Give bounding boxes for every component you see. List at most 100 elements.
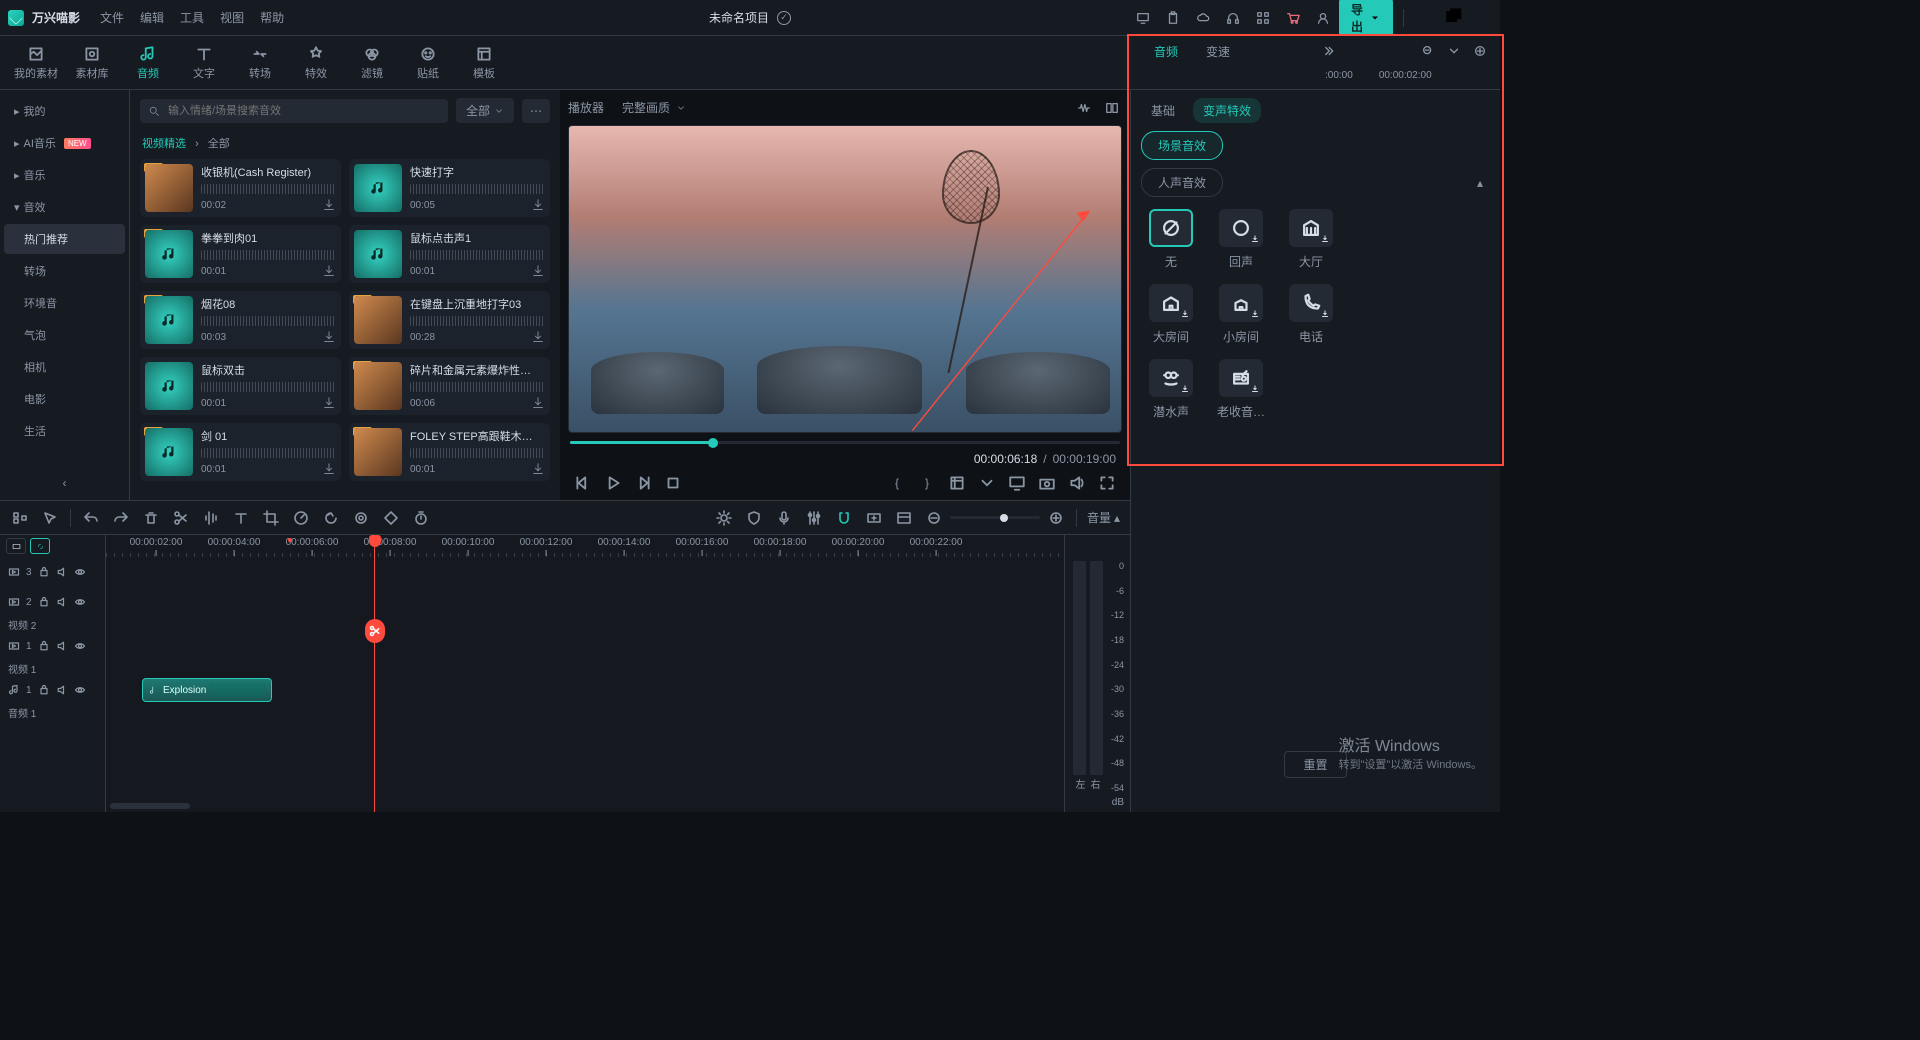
sidebar-item[interactable]: ▸音乐 — [4, 160, 125, 190]
sidebar-item[interactable]: 气泡 — [4, 320, 125, 350]
search-field[interactable] — [166, 104, 440, 118]
undo-button[interactable] — [81, 508, 101, 528]
display-icon[interactable] — [1133, 8, 1153, 28]
split-button[interactable] — [171, 508, 191, 528]
zoom-in-ruler-icon[interactable] — [1470, 41, 1490, 61]
fx-phone[interactable]: 电话 — [1283, 284, 1339, 345]
add-track-icon[interactable] — [864, 508, 884, 528]
marker-icon[interactable] — [351, 508, 371, 528]
mic-icon[interactable] — [774, 508, 794, 528]
bracket-open-icon[interactable]: { — [888, 474, 906, 492]
zoom-in-button[interactable] — [1046, 508, 1066, 528]
timer-icon[interactable] — [411, 508, 431, 528]
asset-tab-sticker[interactable]: 贴纸 — [400, 40, 456, 85]
asset-tab-my[interactable]: 我的素材 — [8, 40, 64, 85]
track-header[interactable]: 1 — [0, 631, 105, 661]
fx-bigroom[interactable]: 大房间 — [1143, 284, 1199, 345]
text-tool-icon[interactable] — [231, 508, 251, 528]
asset-tab-lib[interactable]: 素材库 — [64, 40, 120, 85]
sidebar-item[interactable]: 热门推荐 — [4, 224, 125, 254]
project-title[interactable]: 未命名项目 — [709, 9, 769, 26]
minimize-button[interactable] — [1414, 7, 1436, 29]
zoom-out-button[interactable] — [924, 508, 944, 528]
fx-hall[interactable]: 大厅 — [1283, 209, 1339, 270]
inspector-collapse-icon[interactable] — [1321, 41, 1341, 61]
prev-frame-button[interactable] — [574, 474, 592, 492]
asset-card[interactable]: VIP烟花0800:03 — [140, 291, 341, 349]
cart-icon[interactable] — [1283, 8, 1303, 28]
sidebar-collapse-button[interactable]: ‹ — [4, 472, 125, 494]
preview-scrubber[interactable] — [570, 441, 1120, 444]
search-input[interactable] — [140, 99, 448, 123]
cloud-icon[interactable] — [1193, 8, 1213, 28]
link-toggle-b[interactable] — [30, 538, 50, 554]
display-icon[interactable] — [1008, 474, 1026, 492]
zoom-out-ruler-icon[interactable] — [1418, 41, 1438, 61]
snap-icon[interactable] — [834, 508, 854, 528]
volume-label[interactable]: 音量▴ — [1087, 509, 1120, 526]
fullscreen-icon[interactable] — [1098, 474, 1116, 492]
preview-quality-dropdown[interactable]: 完整画质 — [612, 96, 696, 119]
speed-tool-icon[interactable] — [291, 508, 311, 528]
asset-tab-filter[interactable]: 滤镜 — [344, 40, 400, 85]
more-button[interactable]: ⋯ — [522, 99, 550, 123]
magnet-icon[interactable] — [10, 508, 30, 528]
breadcrumb-root[interactable]: 视频精选 — [142, 138, 186, 150]
asset-tab-text[interactable]: 文字 — [176, 40, 232, 85]
waveform-icon[interactable] — [1074, 98, 1094, 118]
play-button[interactable] — [604, 474, 622, 492]
back-5s-icon[interactable] — [321, 508, 341, 528]
snapshot-icon[interactable] — [1038, 474, 1056, 492]
crop-icon[interactable] — [948, 474, 966, 492]
track-header[interactable]: 2 — [0, 587, 105, 617]
compare-icon[interactable] — [1102, 98, 1122, 118]
asset-card[interactable]: 快速打字00:05 — [349, 159, 550, 217]
asset-card[interactable]: VIP拳拳到肉0100:01 — [140, 225, 341, 283]
link-toggle-a[interactable] — [6, 538, 26, 554]
asset-tab-transition[interactable]: 转场 — [232, 40, 288, 85]
fx-radio[interactable]: 老收音… — [1213, 359, 1269, 420]
fx-echo[interactable]: 回声 — [1213, 209, 1269, 270]
asset-card[interactable]: VIP剑 0100:01 — [140, 423, 341, 481]
sidebar-item[interactable]: 电影 — [4, 384, 125, 414]
sidebar-item[interactable]: 转场 — [4, 256, 125, 286]
inspector-tab-speed[interactable]: 变速 — [1192, 37, 1244, 66]
close-button[interactable] — [1470, 7, 1492, 29]
audio-icon[interactable] — [1068, 474, 1086, 492]
export-button[interactable]: 导出 — [1339, 0, 1393, 38]
audio-edit-icon[interactable] — [201, 508, 221, 528]
redo-button[interactable] — [111, 508, 131, 528]
bracket-close-icon[interactable]: } — [918, 474, 936, 492]
preview-viewport[interactable] — [568, 125, 1122, 433]
menu-编辑[interactable]: 编辑 — [132, 5, 172, 30]
shield-icon[interactable] — [744, 508, 764, 528]
grid-icon[interactable] — [1253, 8, 1273, 28]
fx-none[interactable]: 无 — [1143, 209, 1199, 270]
asset-tab-audio[interactable]: 音频 — [120, 40, 176, 85]
chip-voice-fx[interactable]: 人声音效 — [1141, 168, 1223, 197]
asset-card[interactable]: VIP碎片和金属元素爆炸性…00:06 — [349, 357, 550, 415]
asset-card[interactable]: VIPFOLEY STEP高跟鞋木…00:01 — [349, 423, 550, 481]
keyframe-icon[interactable] — [381, 508, 401, 528]
sidebar-item[interactable]: ▸我的 — [4, 96, 125, 126]
chip-scene-fx[interactable]: 场景音效 — [1141, 131, 1223, 160]
chevron-down-icon[interactable] — [978, 474, 996, 492]
subtab-basic[interactable]: 基础 — [1141, 98, 1185, 123]
timeline-hscrollbar[interactable] — [108, 802, 1062, 810]
filter-dropdown[interactable]: 全部 — [456, 98, 514, 123]
clipboard-icon[interactable] — [1163, 8, 1183, 28]
collapse-icon[interactable]: ▴ — [1470, 173, 1490, 193]
timeline-ruler[interactable]: 00:00:02:0000:00:04:0000:00:06:0000:00:0… — [106, 535, 1064, 557]
mixer-icon[interactable] — [804, 508, 824, 528]
maximize-button[interactable] — [1442, 7, 1464, 29]
asset-tab-effect[interactable]: 特效 — [288, 40, 344, 85]
next-frame-button[interactable] — [634, 474, 652, 492]
sidebar-item[interactable]: ▾音效 — [4, 192, 125, 222]
inspector-tab-audio[interactable]: 音频 — [1140, 37, 1192, 66]
subtab-voice-fx[interactable]: 变声特效 — [1193, 98, 1261, 123]
fx-smallroom[interactable]: 小房间 — [1213, 284, 1269, 345]
crop-tool-icon[interactable] — [261, 508, 281, 528]
brightness-icon[interactable] — [714, 508, 734, 528]
asset-card[interactable]: 鼠标点击声100:01 — [349, 225, 550, 283]
view-mode-icon[interactable] — [894, 508, 914, 528]
